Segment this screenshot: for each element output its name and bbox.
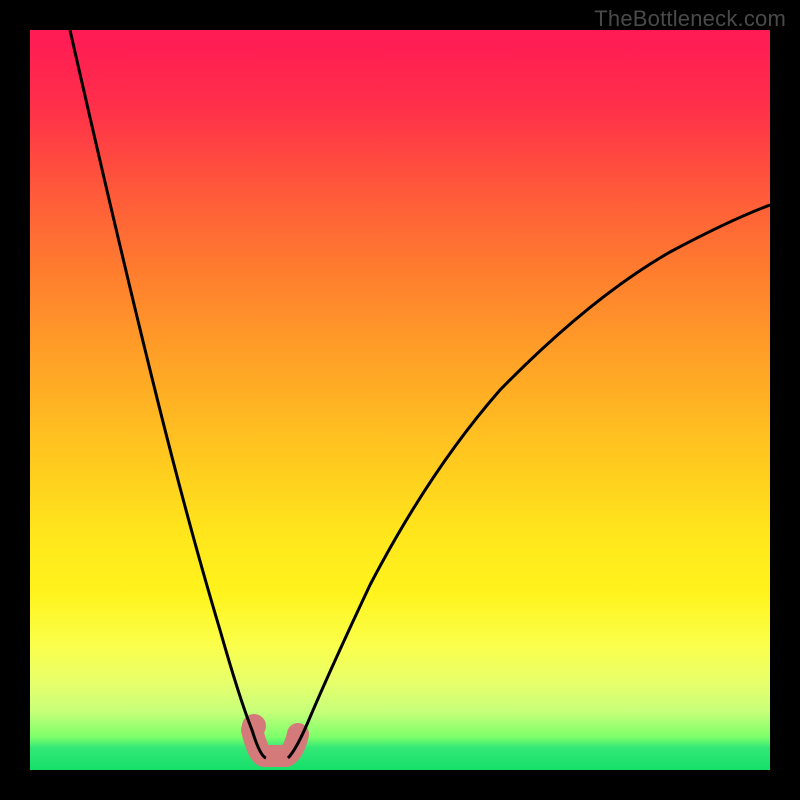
right-branch-curve: [288, 205, 770, 758]
plot-area: [30, 30, 770, 770]
chart-frame: TheBottleneck.com: [0, 0, 800, 800]
curve-svg: [30, 30, 770, 770]
left-branch-curve: [70, 30, 266, 758]
watermark-text: TheBottleneck.com: [594, 6, 786, 32]
